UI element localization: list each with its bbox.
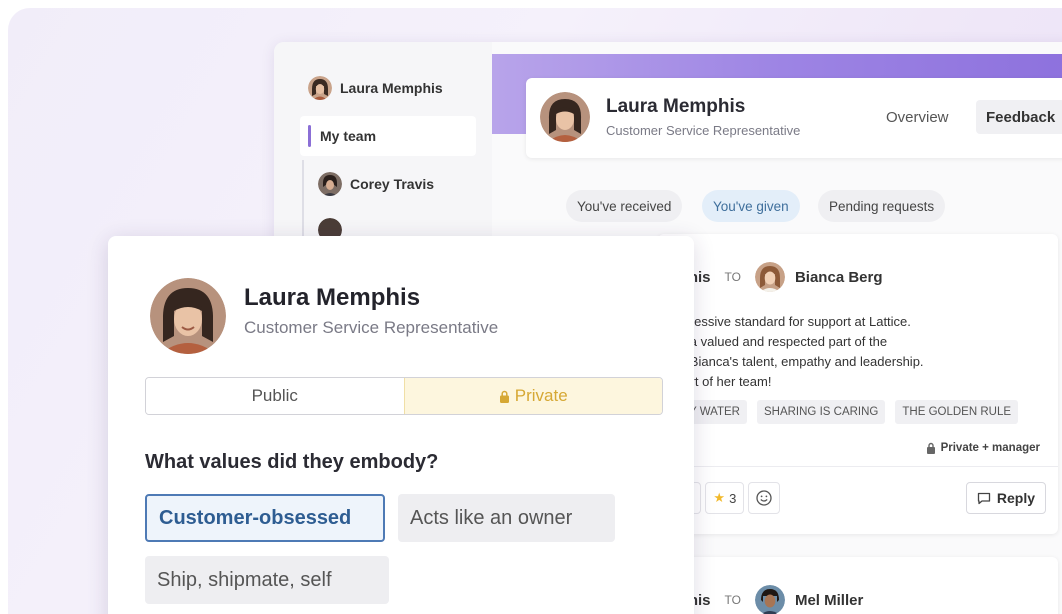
sidebar-user-name: Laura Memphis: [340, 80, 443, 96]
feedback-recipient[interactable]: Bianca Berg: [795, 269, 883, 286]
value-tag: SHARING IS CARING: [756, 400, 886, 424]
reply-button[interactable]: Reply: [965, 482, 1046, 514]
recipient-role: Customer Service Representative: [244, 318, 499, 337]
sidebar-item-label: My team: [320, 128, 377, 144]
avatar: [308, 76, 332, 100]
filter-pending[interactable]: Pending requests: [818, 190, 946, 222]
comment-icon: [977, 492, 991, 504]
value-tags: ARRY WATER SHARING IS CARING THE GOLDEN …: [658, 400, 1019, 424]
values-question: What values did they embody?: [145, 451, 439, 473]
visibility-private-option[interactable]: Private: [403, 378, 662, 414]
background-stage: Laura Memphis My team Corey Travis Laura…: [8, 8, 1062, 614]
avatar: [540, 92, 590, 142]
visibility-toggle: Public Private: [145, 377, 663, 415]
sidebar-item-label: Corey Travis: [350, 176, 435, 192]
visibility-public-label: Public: [251, 386, 298, 405]
recipient-name: Laura Memphis: [244, 284, 421, 311]
star-icon: ★: [713, 490, 726, 505]
feedback-card: emphis TO Bianca Berg n impressive stand…: [658, 234, 1058, 534]
lock-icon: [926, 442, 935, 454]
feedback-card: emphis TO Mel Miller: [658, 557, 1058, 614]
sidebar-item-corey-travis[interactable]: Corey Travis: [318, 172, 434, 196]
feedback-line: ort is a valued and respected part of th…: [658, 334, 888, 349]
value-option-ship-shipmate-self[interactable]: Ship, shipmate, self: [145, 556, 389, 604]
reply-label: Reply: [996, 490, 1035, 506]
sidebar-item-my-team[interactable]: My team: [300, 116, 476, 156]
profile-role: Customer Service Representative: [606, 123, 801, 138]
feedback-line: n impressive standard for support at Lat…: [658, 314, 911, 329]
profile-header-card: Laura Memphis Customer Service Represent…: [526, 78, 1062, 158]
value-option-acts-like-an-owner[interactable]: Acts like an owner: [398, 494, 615, 542]
filter-given[interactable]: You've given: [702, 190, 800, 222]
feedback-recipient[interactable]: Mel Miller: [795, 592, 863, 609]
avatar: [754, 262, 785, 292]
add-reaction-button[interactable]: [748, 482, 781, 514]
give-feedback-card: Laura Memphis Customer Service Represent…: [108, 236, 694, 614]
sidebar-user[interactable]: Laura Memphis: [308, 76, 443, 100]
profile-name: Laura Memphis: [606, 96, 746, 117]
visibility-public-option[interactable]: Public: [146, 378, 404, 414]
feedback-body: n impressive standard for support at Lat…: [658, 312, 1038, 392]
tab-feedback[interactable]: Feedback: [976, 100, 1062, 134]
avatar: [754, 585, 785, 614]
lock-icon: [499, 390, 509, 403]
feedback-line: se of Bianca's talent, empathy and leade…: [658, 354, 924, 369]
filter-received[interactable]: You've received: [566, 190, 683, 222]
reaction-count: 3: [729, 490, 737, 506]
value-option-customer-obsessed[interactable]: Customer-obsessed: [145, 494, 385, 542]
avatar: [318, 172, 342, 196]
to-label: TO: [724, 593, 741, 607]
visibility-text: Private + manager: [940, 442, 1040, 454]
reaction-star[interactable]: ★ 3: [705, 482, 745, 514]
divider: [658, 466, 1058, 467]
visibility-private-label: Private: [514, 386, 568, 405]
feedback-line: be part of her team!: [658, 374, 772, 389]
to-label: TO: [724, 270, 741, 284]
tab-overview[interactable]: Overview: [886, 109, 949, 126]
avatar: [150, 278, 226, 354]
smiley-icon: [756, 490, 772, 506]
value-tag: THE GOLDEN RULE: [895, 400, 1019, 424]
visibility-label: Private + manager: [926, 442, 1040, 454]
